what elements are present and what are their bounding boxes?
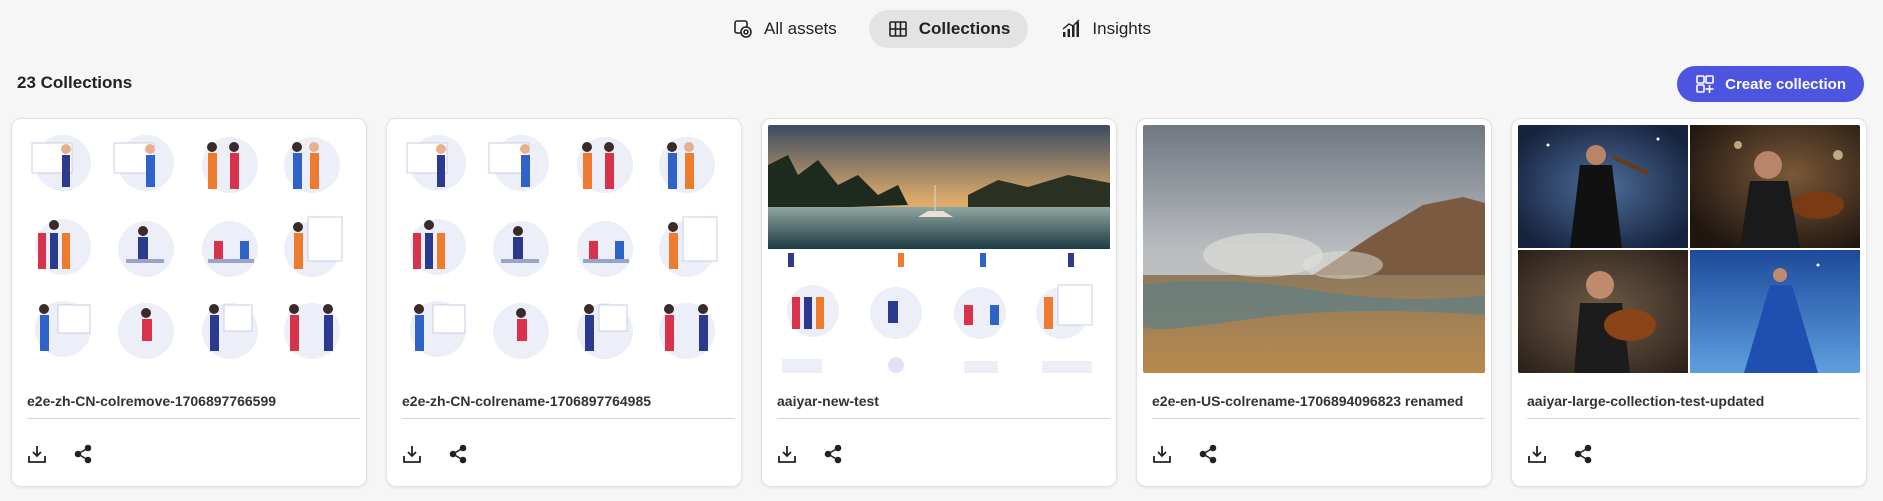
collection-card[interactable]: e2e-zh-CN-colrename-1706897764985: [386, 118, 742, 487]
download-icon: [403, 446, 421, 463]
collections-grid: e2e-zh-CN-colremove-1706897766599 e2e-zh…: [11, 118, 1867, 487]
share-icon: [74, 444, 92, 464]
card-actions: [25, 442, 95, 466]
card-actions: [1150, 442, 1220, 466]
download-icon: [778, 446, 796, 463]
download-button[interactable]: [400, 442, 424, 466]
share-button[interactable]: [446, 442, 470, 466]
card-actions: [400, 442, 470, 466]
collection-title[interactable]: e2e-zh-CN-colrename-1706897764985: [402, 393, 732, 409]
share-button[interactable]: [1196, 442, 1220, 466]
collection-card[interactable]: aaiyar-new-test: [761, 118, 1117, 487]
tab-all-assets[interactable]: All assets: [714, 10, 855, 48]
collection-thumbnail: [1518, 125, 1860, 373]
card-actions: [775, 442, 845, 466]
tab-label: Collections: [918, 19, 1011, 38]
insights-icon: [1062, 19, 1080, 37]
tab-label: All assets: [764, 19, 837, 38]
collection-thumbnail: [1143, 125, 1485, 373]
collection-title[interactable]: e2e-en-US-colrename-1706894096823 rename…: [1152, 393, 1482, 409]
collection-card[interactable]: e2e-zh-CN-colremove-1706897766599: [11, 118, 367, 487]
download-button[interactable]: [25, 442, 49, 466]
collection-title[interactable]: e2e-zh-CN-colremove-1706897766599: [27, 393, 357, 409]
share-icon: [824, 444, 842, 464]
assets-icon: [734, 20, 752, 38]
divider: [1527, 418, 1860, 419]
grid-icon: [888, 21, 907, 37]
collection-thumbnail: [768, 125, 1110, 373]
tab-collections[interactable]: Collections: [868, 10, 1029, 48]
collection-thumbnail: [18, 125, 360, 373]
card-actions: [1525, 442, 1595, 466]
share-button[interactable]: [71, 442, 95, 466]
collection-thumbnail: [393, 125, 735, 373]
tab-insights[interactable]: Insights: [1042, 10, 1169, 48]
divider: [27, 418, 360, 419]
share-icon: [1199, 444, 1217, 464]
collection-title[interactable]: aaiyar-large-collection-test-updated: [1527, 393, 1857, 409]
create-collection-label: Create collection: [1725, 75, 1846, 93]
collection-title[interactable]: aaiyar-new-test: [777, 393, 1107, 409]
collections-count: 23 Collections: [17, 73, 133, 92]
collection-card[interactable]: e2e-en-US-colrename-1706894096823 rename…: [1136, 118, 1492, 487]
download-button[interactable]: [1525, 442, 1549, 466]
download-button[interactable]: [1150, 442, 1174, 466]
share-button[interactable]: [821, 442, 845, 466]
tab-label: Insights: [1092, 19, 1151, 38]
download-button[interactable]: [775, 442, 799, 466]
collection-card[interactable]: aaiyar-large-collection-test-updated: [1511, 118, 1867, 487]
create-collection-button[interactable]: Create collection: [1677, 66, 1864, 102]
divider: [1152, 418, 1485, 419]
top-nav: All assets Collections Insights: [0, 10, 1883, 48]
share-icon: [1574, 444, 1592, 464]
add-collection-icon: [1696, 75, 1714, 93]
share-button[interactable]: [1571, 442, 1595, 466]
share-icon: [449, 444, 467, 464]
divider: [777, 418, 1110, 419]
divider: [402, 418, 735, 419]
download-icon: [1153, 446, 1171, 463]
download-icon: [28, 446, 46, 463]
download-icon: [1528, 446, 1546, 463]
